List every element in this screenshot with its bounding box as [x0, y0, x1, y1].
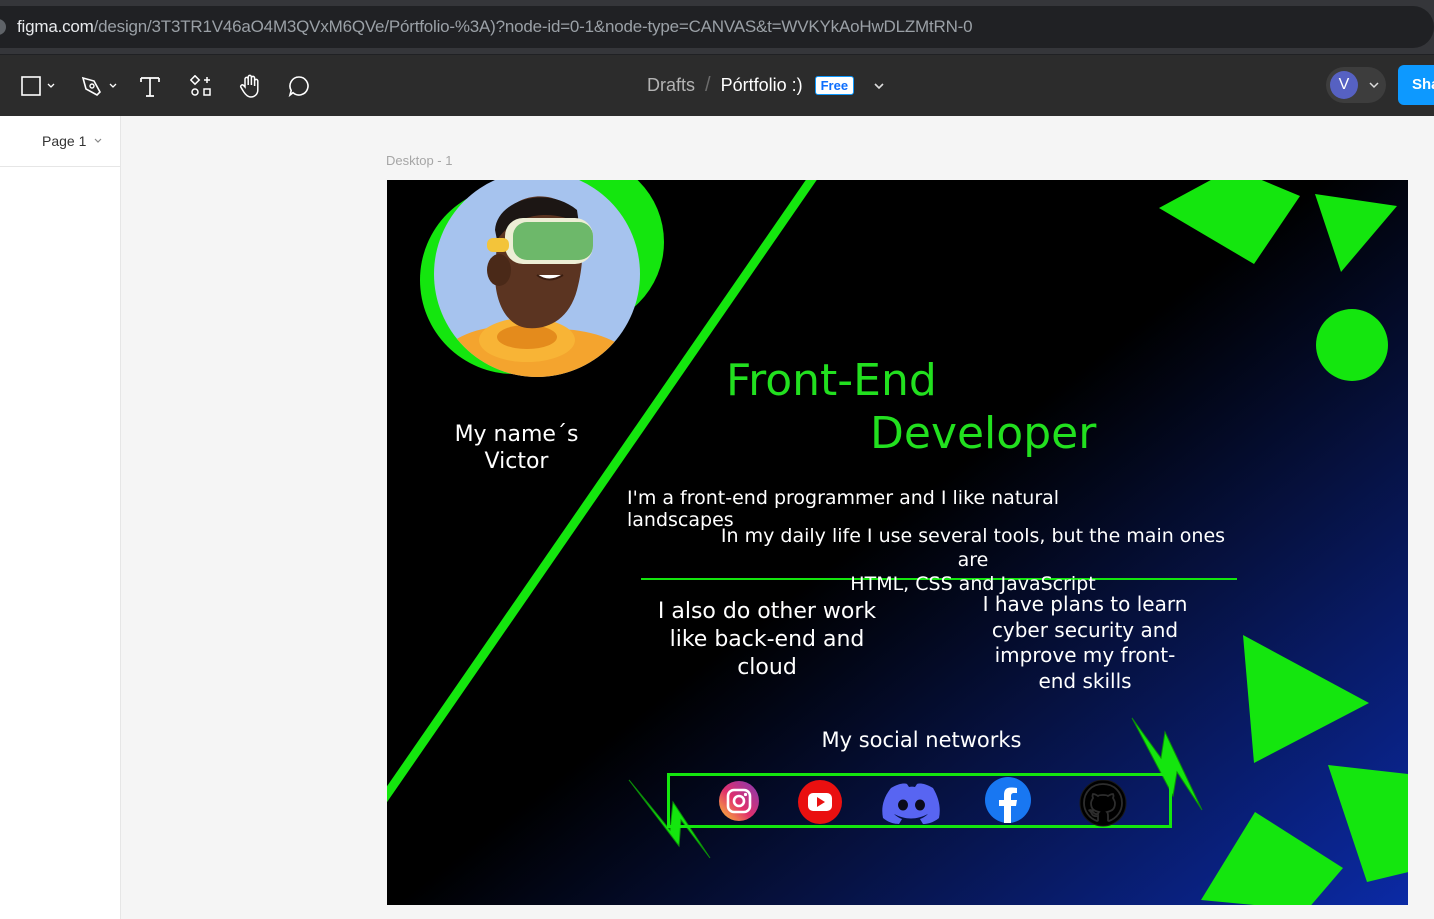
plans-line: cyber security and [991, 617, 1179, 642]
browser-url-bar: figma.com/design/3T3TR1V46aO4M3QVxM6QVe/… [0, 0, 1434, 55]
instagram-icon[interactable] [718, 780, 760, 822]
other-work-line: like back-end and [669, 627, 865, 652]
site-info-icon[interactable] [0, 19, 6, 35]
file-name[interactable]: Pórtfolio :) [721, 75, 803, 96]
other-work-text: I also do other work like back-end and c… [646, 598, 888, 682]
page-label: Page 1 [42, 133, 87, 149]
plans-line: improve my front- [994, 643, 1176, 667]
green-square-shape [1159, 180, 1300, 264]
page-selector[interactable]: Page 1 [42, 133, 103, 149]
name-line: Victor [484, 449, 549, 474]
title-front-end: Front-End [726, 355, 937, 406]
chevron-down-icon [94, 138, 102, 143]
address-field[interactable]: figma.com/design/3T3TR1V46aO4M3QVxM6QVe/… [0, 6, 1434, 48]
title-developer: Developer [870, 408, 1097, 459]
discord-icon[interactable] [881, 780, 941, 826]
plans-line: I have plans to learn [982, 592, 1188, 616]
layers-panel: Page 1 [0, 116, 121, 919]
name-text: My name´s Victor [445, 421, 588, 475]
panel-divider [0, 166, 120, 167]
comment-tool-button[interactable] [287, 71, 311, 101]
frame-label[interactable]: Desktop - 1 [386, 153, 452, 168]
breadcrumb: Drafts / Pórtfolio :) Free [647, 74, 886, 97]
green-circle-shape [1316, 309, 1388, 381]
tools-line: In my daily life I use several tools, bu… [720, 525, 1226, 571]
pen-tool-button[interactable] [80, 71, 118, 101]
desktop-frame[interactable]: My name´s Victor Front-End Developer I'm… [387, 180, 1408, 905]
share-button[interactable]: Sha [1398, 65, 1434, 105]
frame-tool-button[interactable] [20, 71, 56, 101]
components-icon [190, 75, 211, 96]
green-square-shape [1201, 812, 1343, 905]
url-path: /design/3T3TR1V46aO4M3QVxM6QVe/Pórtfolio… [93, 17, 973, 36]
plans-line: end skills [1038, 668, 1132, 693]
other-work-line: I also do other work [657, 599, 877, 624]
social-heading: My social networks [821, 728, 1022, 752]
facebook-icon[interactable] [984, 776, 1032, 824]
chevron-down-icon[interactable] [872, 79, 886, 93]
url-host: figma.com [17, 17, 94, 36]
tools-text: In my daily life I use several tools, bu… [703, 524, 1243, 596]
text-tool-button[interactable] [139, 71, 161, 101]
chevron-down-icon [109, 83, 117, 88]
github-icon[interactable] [1076, 780, 1130, 828]
url-text[interactable]: figma.com/design/3T3TR1V46aO4M3QVxM6QVe/… [17, 17, 973, 37]
green-triangle-shape [1328, 765, 1408, 882]
hand-tool-button[interactable] [238, 71, 264, 101]
chevron-down-icon [1369, 82, 1379, 89]
user-menu[interactable]: V [1326, 67, 1386, 103]
frame-icon [21, 76, 41, 96]
name-line: My name´s [454, 422, 579, 447]
components-tool-button[interactable] [190, 71, 212, 101]
plan-badge: Free [814, 76, 855, 95]
avatar: V [1330, 71, 1358, 99]
green-triangle-shape [1243, 635, 1369, 763]
chevron-down-icon [47, 83, 55, 88]
comment-icon [288, 76, 309, 98]
text-icon [140, 77, 160, 97]
figma-toolbar: Drafts / Pórtfolio :) Free V Sha [0, 55, 1434, 116]
youtube-icon[interactable] [796, 780, 845, 824]
breadcrumb-drafts[interactable]: Drafts [647, 75, 695, 96]
breadcrumb-separator: / [705, 74, 711, 96]
green-triangle-shape [1315, 194, 1397, 272]
plans-text: I have plans to learn cyber security and… [970, 592, 1200, 694]
hand-icon [239, 74, 259, 98]
pen-icon [81, 76, 101, 96]
other-work-line: cloud [737, 655, 797, 680]
